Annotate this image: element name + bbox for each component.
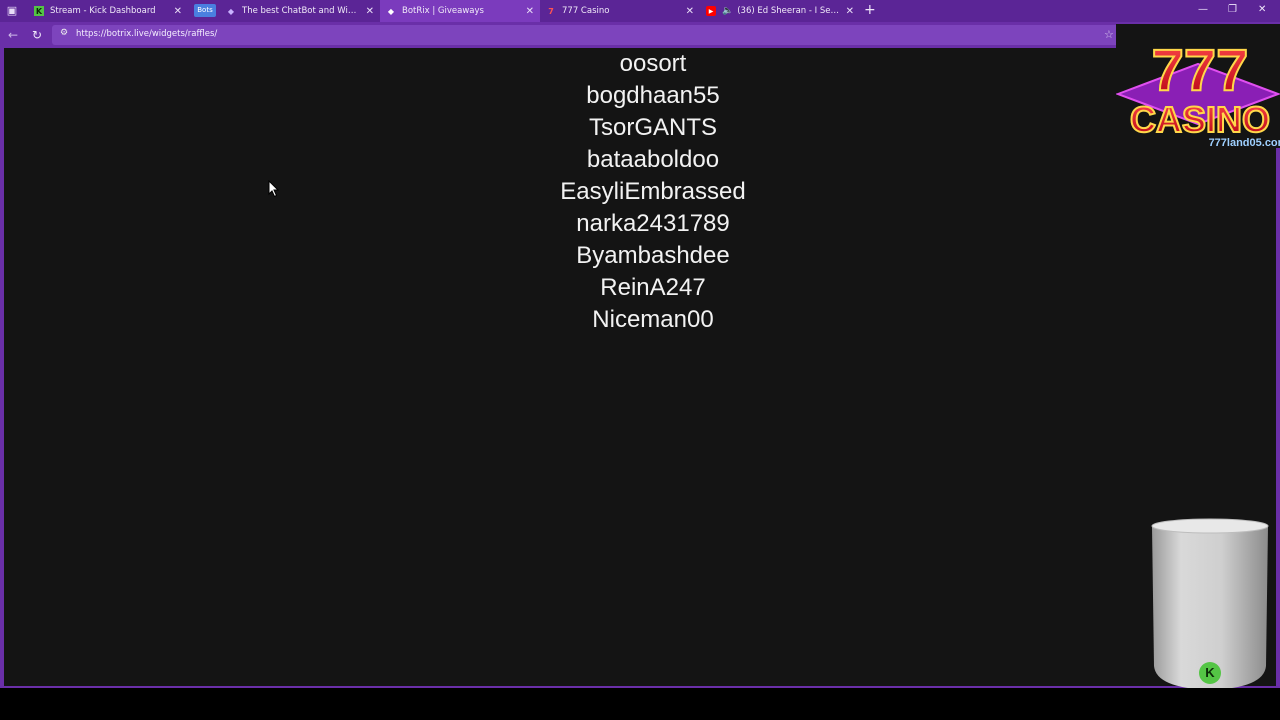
svg-text:777: 777 (1152, 38, 1249, 103)
entrant-name: Niceman00 (592, 306, 714, 333)
entrant-name: narka2431789 (576, 210, 730, 237)
reload-icon[interactable]: ↻ (32, 27, 42, 43)
restore-icon[interactable]: ❐ (1228, 3, 1237, 17)
tab-title: The best ChatBot and Widgets fo (242, 6, 360, 16)
tab-strip: ▣ K Stream - Kick Dashboard ✕ Bots ◆ The… (0, 0, 1280, 22)
tab-kick-dashboard[interactable]: K Stream - Kick Dashboard ✕ (28, 0, 188, 22)
kick-icon: K (34, 6, 44, 16)
entrant-name: Byambashdee (576, 242, 730, 269)
new-tab-button[interactable]: + (864, 2, 876, 18)
address-bar-row: ← ↻ ⚙ https://botrix.live/widgets/raffle… (0, 22, 1280, 48)
tab-title: Stream - Kick Dashboard (50, 6, 156, 16)
entrant-name: oosort (619, 50, 687, 77)
botrix-icon: ◆ (387, 6, 395, 16)
raffle-entrants-list: · oosort bogdhaan55 TsorGANTS bataaboldo… (4, 48, 1276, 336)
casino-logo-overlay: 777 CASINO 777land05.com (1116, 24, 1280, 148)
entrant-name: ReinA247 (600, 274, 706, 301)
close-tab-icon[interactable]: ✕ (366, 6, 374, 17)
svg-text:777land05.com: 777land05.com (1209, 137, 1280, 148)
tab-youtube-ed-sheeran[interactable]: ▶ 🔈 (36) Ed Sheeran - I See Fire ( ✕ (700, 0, 860, 22)
close-tab-icon[interactable]: ✕ (526, 6, 534, 17)
entrant-name: bataaboldoo (586, 146, 720, 173)
close-tab-icon[interactable]: ✕ (174, 6, 182, 17)
svg-text:CASINO: CASINO (1130, 99, 1270, 140)
site-info-icon[interactable]: ⚙ (60, 28, 68, 38)
entrant-name: bogdhaan55 (586, 82, 720, 109)
kick-logo-icon: K (1199, 662, 1221, 684)
bottom-letterbox (0, 688, 1280, 720)
entrant-name: EasyliEmbrassed (560, 178, 746, 205)
tab-botrix-chatbot[interactable]: ◆ The best ChatBot and Widgets fo ✕ (220, 0, 380, 22)
tab-777-casino[interactable]: 7 777 Casino ✕ (540, 0, 700, 22)
tab-group-badge[interactable]: Bots (194, 4, 216, 17)
close-tab-icon[interactable]: ✕ (686, 6, 694, 17)
casino-icon: 7 (548, 6, 554, 16)
botrix-icon: ◆ (227, 6, 235, 16)
close-window-icon[interactable]: ✕ (1258, 3, 1266, 17)
tab-botrix-giveaways[interactable]: ◆ BotRix | Giveaways ✕ (380, 0, 540, 22)
tab-title: (36) Ed Sheeran - I See Fire ( (737, 6, 839, 16)
url-text: https://botrix.live/widgets/raffles/ (76, 29, 218, 39)
address-bar[interactable]: ⚙ https://botrix.live/widgets/raffles/ (52, 25, 1122, 45)
bookmark-star-icon[interactable]: ☆ (1104, 28, 1114, 41)
browser-window: ▣ K Stream - Kick Dashboard ✕ Bots ◆ The… (0, 0, 1280, 688)
tab-title: BotRix | Giveaways (402, 6, 484, 16)
entrant-name: TsorGANTS (588, 114, 717, 141)
tab-actions-icon[interactable]: ▣ (6, 5, 18, 17)
speaker-icon[interactable]: 🔈 (722, 6, 733, 16)
page-viewport: · oosort bogdhaan55 TsorGANTS bataaboldo… (4, 48, 1276, 686)
youtube-icon: ▶ (706, 6, 716, 16)
back-icon[interactable]: ← (8, 27, 18, 43)
tab-title: 777 Casino (562, 6, 610, 16)
minimize-icon[interactable]: — (1198, 3, 1208, 17)
close-tab-icon[interactable]: ✕ (846, 6, 854, 17)
